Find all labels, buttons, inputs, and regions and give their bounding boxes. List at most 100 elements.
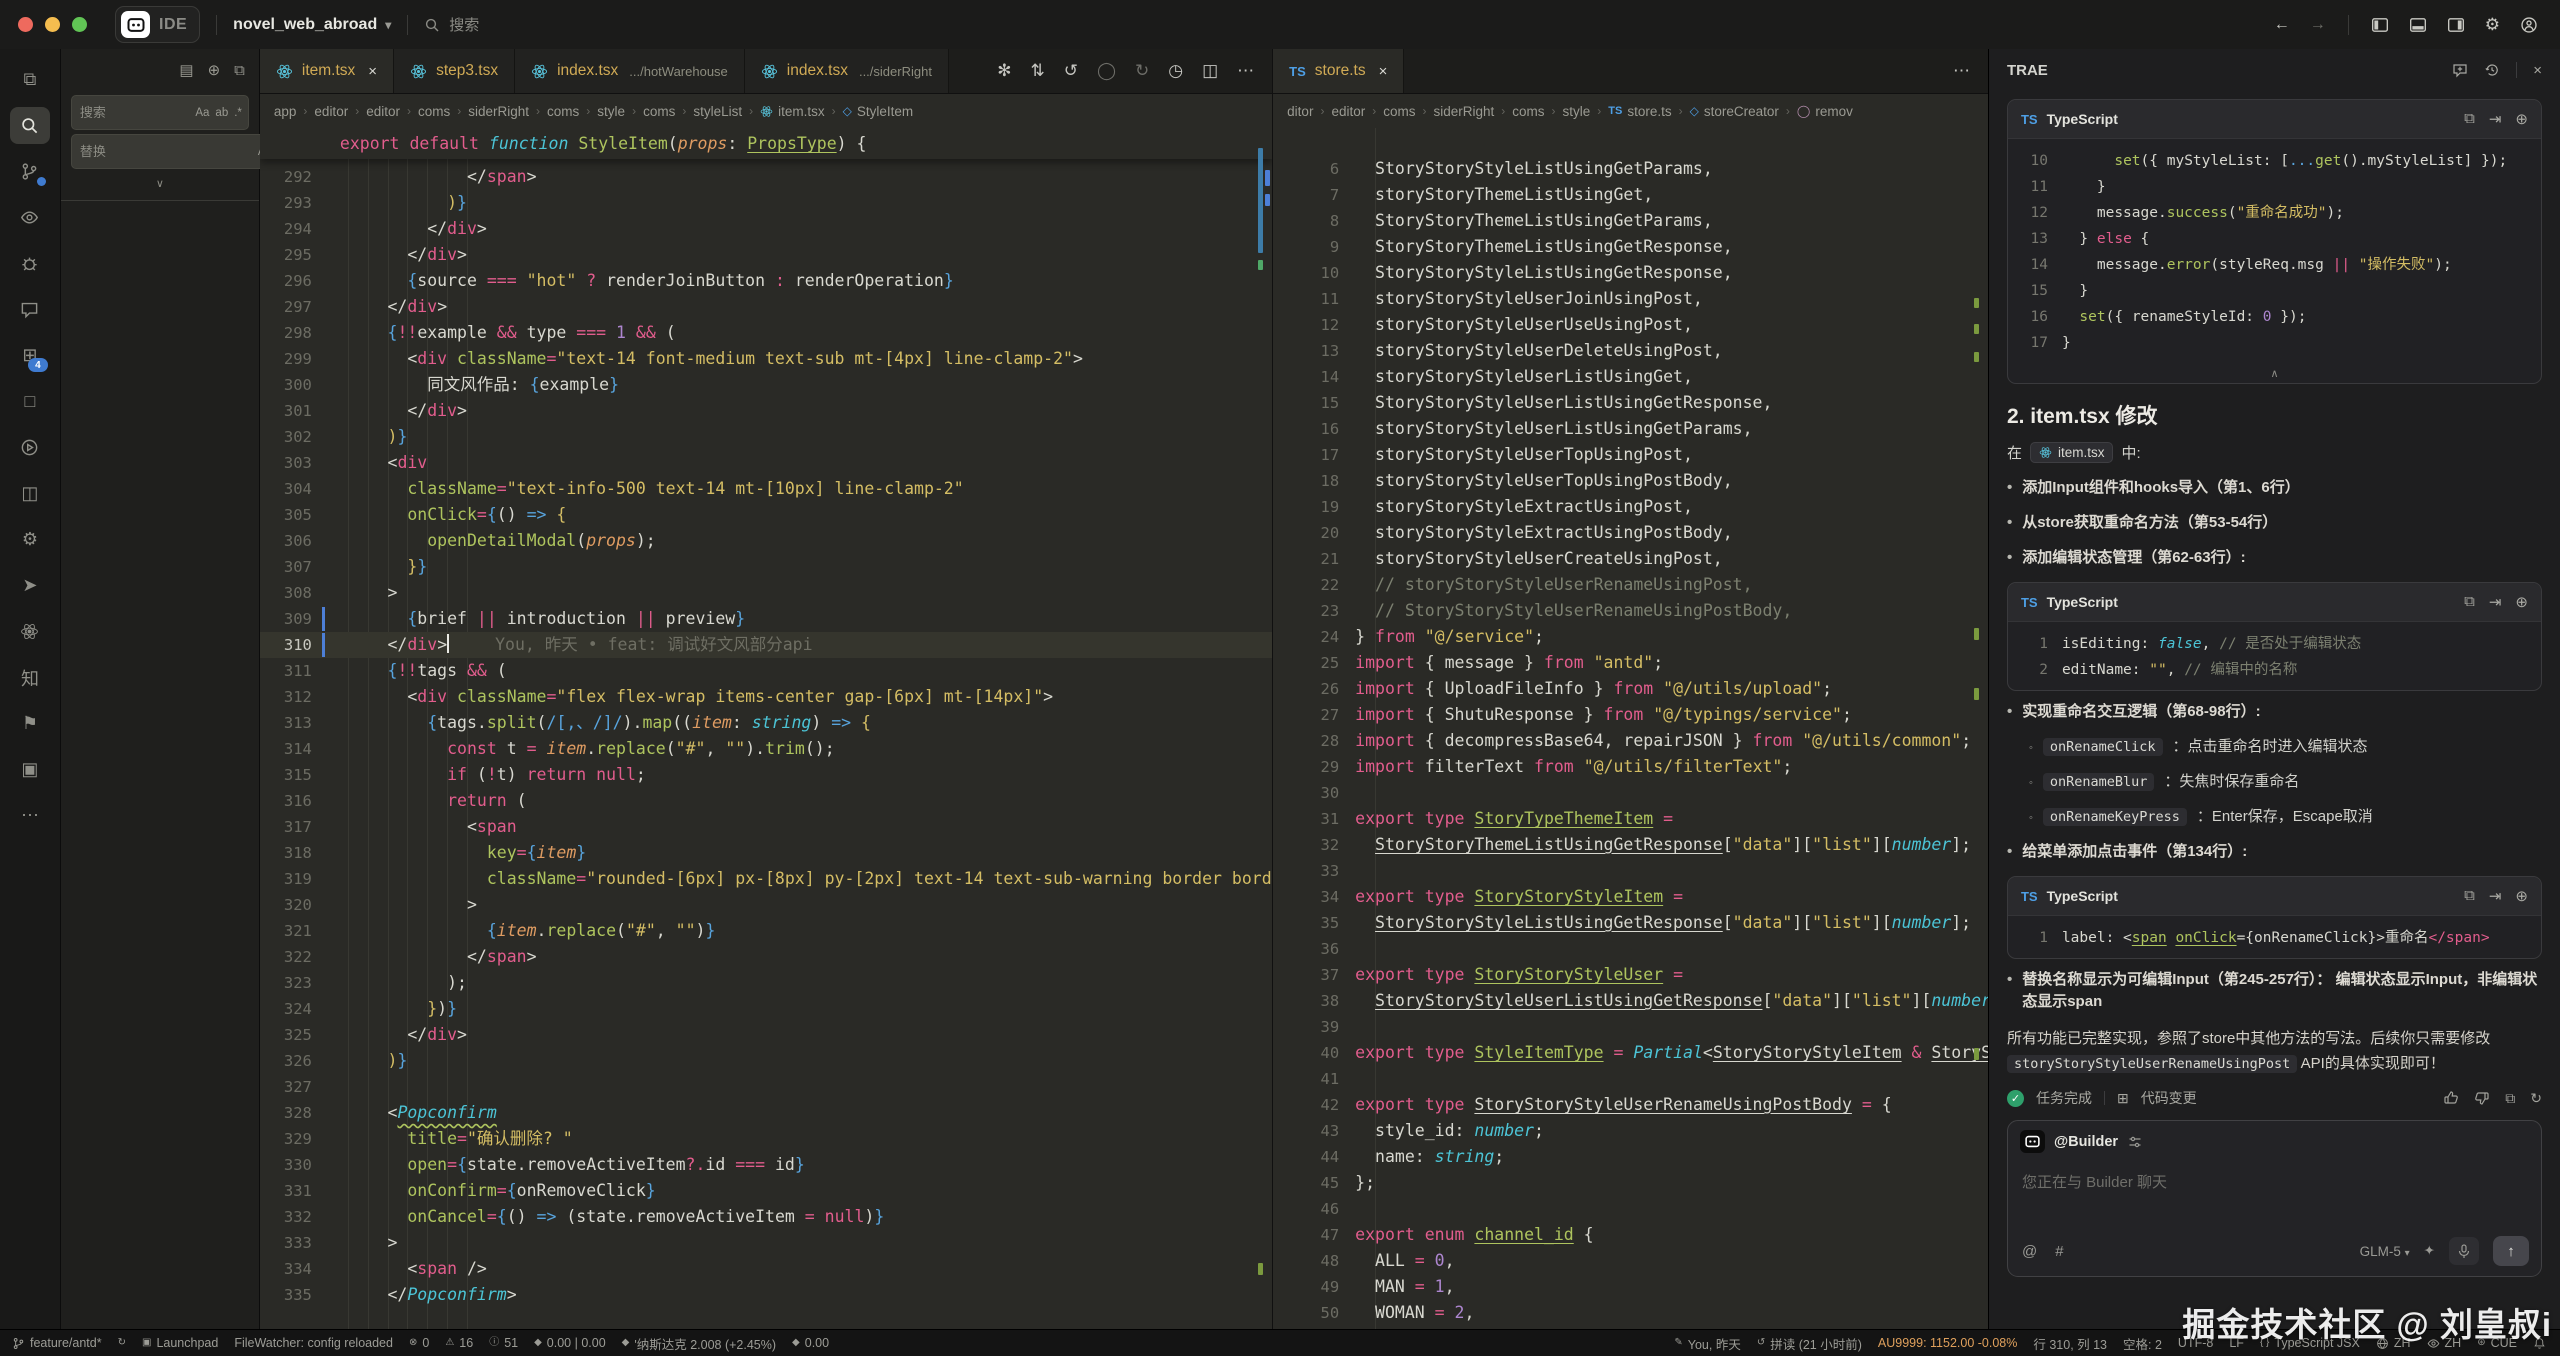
regenerate-icon[interactable]: ↻ xyxy=(2530,1090,2542,1107)
regex-toggle[interactable]: .* xyxy=(234,107,242,119)
split-editor-icon[interactable]: ◫ xyxy=(1202,61,1218,81)
activity-send-icon[interactable]: ➤ xyxy=(10,567,50,604)
breadcrumb-item-coms[interactable]: coms xyxy=(1512,104,1544,119)
breadcrumb-item-editor[interactable]: editor xyxy=(366,104,400,119)
ai-assistant-icon[interactable]: ✻ xyxy=(997,61,1011,81)
send-button[interactable]: ↑ xyxy=(2493,1236,2529,1266)
breadcrumb-item-item.tsx[interactable]: item.tsx xyxy=(760,104,825,119)
activity-run-icon[interactable] xyxy=(10,429,50,466)
breadcrumb-item-coms[interactable]: coms xyxy=(643,104,675,119)
copy-icon[interactable]: ⧉ xyxy=(2464,110,2475,128)
whole-word-toggle[interactable]: ab xyxy=(215,107,228,119)
status-AU9999-1152-00-0-08-[interactable]: AU9999: 1152.00 -0.08% xyxy=(1870,1336,2025,1350)
new-chat-icon[interactable] xyxy=(2452,62,2468,78)
breadcrumb-item-ditor[interactable]: ditor xyxy=(1287,104,1313,119)
status-51[interactable]: ⓘ51 xyxy=(481,1336,526,1350)
tab-index.tsx[interactable]: index.tsx.../siderRight xyxy=(745,49,949,93)
more-actions-icon[interactable]: ⋯ xyxy=(1237,61,1254,81)
breadcrumb-item-styleList[interactable]: styleList xyxy=(693,104,742,119)
tab-store.ts[interactable]: TSstore.ts× xyxy=(1273,49,1404,93)
activity-atom-icon[interactable] xyxy=(10,613,50,650)
mention-button[interactable]: @ xyxy=(2022,1243,2037,1260)
minimize-window-button[interactable] xyxy=(45,17,60,32)
apply-icon[interactable]: ⊕ xyxy=(2515,593,2528,611)
breadcrumb-item-store.ts[interactable]: TSstore.ts xyxy=(1608,104,1671,119)
apply-icon[interactable]: ⊕ xyxy=(2515,110,2528,128)
activity-preview-icon[interactable] xyxy=(10,199,50,236)
microphone-icon[interactable] xyxy=(2449,1237,2479,1265)
model-selector[interactable]: GLM-5 ▾ xyxy=(2360,1244,2410,1259)
breadcrumb-item-siderRight[interactable]: siderRight xyxy=(1433,104,1494,119)
file-chip[interactable]: item.tsx xyxy=(2030,442,2114,463)
status-空格-2[interactable]: 空格: 2 xyxy=(2115,1334,2170,1353)
activity-extensions-icon[interactable]: ⊞4 xyxy=(10,337,50,374)
status-拼读-21-小时前-[interactable]: ↺拼读 (21 小时前) xyxy=(1749,1334,1870,1353)
overview-ruler[interactable] xyxy=(1972,128,1988,1330)
agent-name[interactable]: @Builder xyxy=(2054,1134,2118,1150)
history-icon[interactable] xyxy=(2484,62,2500,78)
tab-index.tsx[interactable]: index.tsx.../hotWarehouse xyxy=(515,49,745,93)
replace-input[interactable] xyxy=(78,143,258,160)
breadcrumb-item-remov[interactable]: ◯remov xyxy=(1797,104,1853,119)
thumbs-down-icon[interactable] xyxy=(2474,1090,2490,1107)
maximize-window-button[interactable] xyxy=(72,17,87,32)
app-logo[interactable]: IDE xyxy=(115,6,200,43)
activity-search-icon[interactable] xyxy=(10,107,50,144)
project-switcher[interactable]: novel_web_abroad ▾ xyxy=(233,16,391,34)
breadcrumb-item-siderRight[interactable]: siderRight xyxy=(468,104,529,119)
timeline-icon[interactable]: ◷ xyxy=(1168,61,1183,81)
nav-forward-button[interactable]: → xyxy=(2310,16,2326,34)
breadcrumb-item-style[interactable]: style xyxy=(597,104,625,119)
copy-icon[interactable]: ⧉ xyxy=(2464,593,2475,611)
global-search[interactable]: 搜索 xyxy=(424,14,479,35)
activity-settings-icon[interactable]: ⚙ xyxy=(10,521,50,558)
insert-icon[interactable]: ⇥ xyxy=(2489,110,2502,128)
close-window-button[interactable] xyxy=(18,17,33,32)
breadcrumb-item-style[interactable]: style xyxy=(1563,104,1591,119)
status-sync[interactable]: ↻ xyxy=(110,1338,134,1348)
toggle-bottom-panel-button[interactable] xyxy=(2409,16,2427,34)
copy-icon[interactable]: ⧉ xyxy=(2505,1090,2515,1107)
status-0-00-0-00[interactable]: ◆0.00 | 0.00 xyxy=(526,1336,614,1350)
search-details-toggle[interactable]: ∨ xyxy=(61,177,259,190)
prev-change-icon[interactable]: ↺ xyxy=(1064,61,1078,81)
insert-icon[interactable]: ⇥ xyxy=(2489,887,2502,905)
activity-package-icon[interactable]: ▣ xyxy=(10,751,50,788)
activity-debug-icon[interactable] xyxy=(10,245,50,282)
activity-more-icon[interactable]: ⋯ xyxy=(10,797,50,834)
activity-flag-icon[interactable]: ⚑ xyxy=(10,705,50,742)
status-0-00[interactable]: ◆0.00 xyxy=(784,1336,837,1350)
breadcrumb-item-storeCreator[interactable]: ◇storeCreator xyxy=(1690,104,1779,119)
status-16[interactable]: ⚠16 xyxy=(437,1336,481,1350)
match-case-toggle[interactable]: Aa xyxy=(195,107,209,119)
thumbs-up-icon[interactable] xyxy=(2443,1090,2459,1107)
tab-step3.tsx[interactable]: step3.tsx xyxy=(394,49,515,93)
search-input[interactable] xyxy=(78,104,195,121)
sparkle-icon[interactable]: ✦ xyxy=(2424,1243,2435,1259)
chat-input-placeholder[interactable]: 您正在与 Builder 聊天 xyxy=(2008,1157,2541,1236)
activity-split-view-icon[interactable]: ◫ xyxy=(10,475,50,512)
circle-icon[interactable]: ◯ xyxy=(1097,61,1116,81)
close-tab-icon[interactable]: × xyxy=(368,63,377,80)
hashtag-button[interactable]: # xyxy=(2055,1243,2063,1260)
status-行-310-列-13[interactable]: 行 310, 列 13 xyxy=(2025,1334,2115,1353)
activity-panel-icon[interactable]: □ xyxy=(10,383,50,420)
overview-ruler[interactable] xyxy=(1256,128,1272,1330)
breadcrumb-item-coms[interactable]: coms xyxy=(1383,104,1415,119)
close-panel-icon[interactable]: × xyxy=(2533,62,2542,79)
activity-chat-icon[interactable] xyxy=(10,291,50,328)
code-editor[interactable]: export default function StyleItem(props:… xyxy=(260,128,1272,1330)
collapse-chevron-icon[interactable]: ∧ xyxy=(2008,363,2541,383)
toggle-right-panel-button[interactable] xyxy=(2447,16,2465,34)
breadcrumb-item-editor[interactable]: editor xyxy=(1331,104,1365,119)
search-action-icon-2[interactable]: ⧉ xyxy=(234,62,245,79)
code-editor[interactable]: 6 StoryStoryStyleListUsingGetParams,7 st… xyxy=(1273,128,1988,1330)
status-feature-antd-[interactable]: feature/antd* xyxy=(4,1336,110,1350)
breadcrumb-item-coms[interactable]: coms xyxy=(418,104,450,119)
apply-icon[interactable]: ⊕ xyxy=(2515,887,2528,905)
breadcrumb-item-StyleItem[interactable]: ◇StyleItem xyxy=(843,104,914,119)
status-Launchpad[interactable]: ▣Launchpad xyxy=(134,1336,226,1350)
activity-source-control-icon[interactable] xyxy=(10,153,50,190)
status-You-昨天[interactable]: ✎You, 昨天 xyxy=(1666,1334,1748,1353)
breadcrumb-item-app[interactable]: app xyxy=(274,104,297,119)
